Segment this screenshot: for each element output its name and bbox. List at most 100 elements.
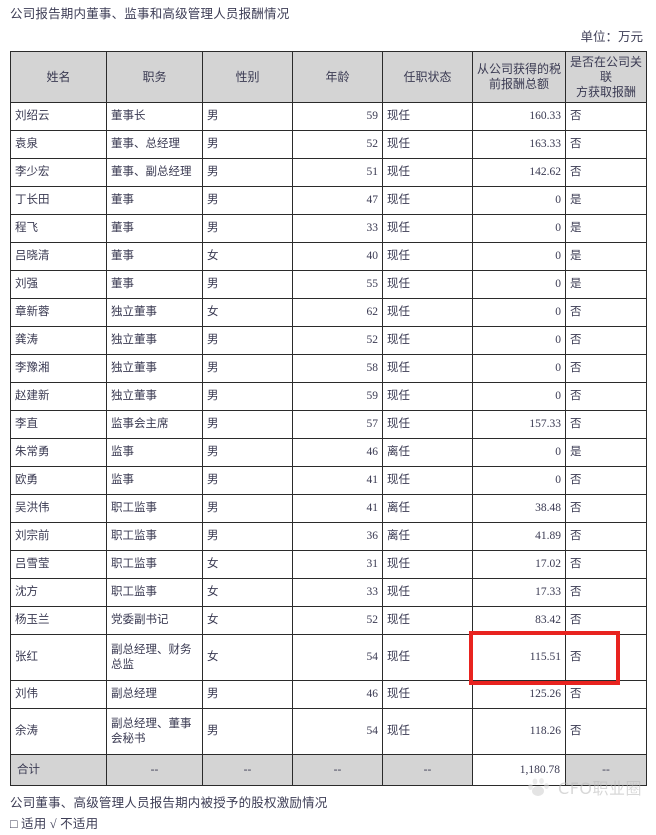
cell-position: 职工监事 <box>106 578 203 607</box>
footnotes: 公司董事、高级管理人员报告期内被授予的股权激励情况 □ 适用 √ 不适用 <box>10 793 646 835</box>
cell-age: 59 <box>292 102 383 131</box>
cell-status: 现任 <box>382 410 473 439</box>
cell-pay: 17.02 <box>472 550 566 579</box>
cell-related: 是 <box>565 186 647 215</box>
cell-pay: 0 <box>472 326 566 355</box>
cell-position: 董事、副总经理 <box>106 158 203 187</box>
cell-gender: 女 <box>202 606 293 635</box>
cell-pay: 142.62 <box>472 158 566 187</box>
cell-position: 副总经理、财务总监 <box>106 634 203 681</box>
unit-label: 单位：万元 <box>580 30 643 44</box>
cell-pay: 0 <box>472 186 566 215</box>
cell-age: 54 <box>292 708 383 755</box>
cell-age: 47 <box>292 186 383 215</box>
cell-status: 现任 <box>382 102 473 131</box>
compensation-table: 姓名 职务 性别 年龄 任职状态 从公司获得的税 前报酬总额 是否在公司关联 方… <box>10 51 647 786</box>
cell-position: 党委副书记 <box>106 606 203 635</box>
cell-pay: 0 <box>472 354 566 383</box>
cell-age: 52 <box>292 326 383 355</box>
cell-name: 袁泉 <box>10 130 107 159</box>
cell-position: 董事、总经理 <box>106 130 203 159</box>
table-row: 欧勇 监事男 41 现任 0 否 <box>10 466 647 495</box>
cell-age: 51 <box>292 158 383 187</box>
cell-gender: 男 <box>202 494 293 523</box>
cell-pay: 0 <box>472 466 566 495</box>
cell-name: 李直 <box>10 410 107 439</box>
cell-related: 否 <box>565 326 647 355</box>
cell-pay: 115.51 <box>472 634 566 681</box>
cell-name: 章新蓉 <box>10 298 107 327</box>
cell-name: 刘绍云 <box>10 102 107 131</box>
cell-age: 58 <box>292 354 383 383</box>
cell-gender: 男 <box>202 158 293 187</box>
cell-related: 是 <box>565 438 647 467</box>
cell-related: 否 <box>565 130 647 159</box>
cell-related: 否 <box>565 466 647 495</box>
cell-pay: 0 <box>472 298 566 327</box>
cell-status: 现任 <box>382 186 473 215</box>
cell-status: 离任 <box>382 522 473 551</box>
cell-pay: 0 <box>472 382 566 411</box>
cell-gender: 男 <box>202 102 293 131</box>
cell-name: 刘强 <box>10 270 107 299</box>
cell-related: 否 <box>565 606 647 635</box>
cell-gender: 女 <box>202 578 293 607</box>
cell-position: 独立董事 <box>106 326 203 355</box>
cell-related: 否 <box>565 158 647 187</box>
cell-status: 现任 <box>382 130 473 159</box>
table-header: 姓名 职务 性别 年龄 任职状态 从公司获得的税 前报酬总额 是否在公司关联 方… <box>10 51 647 103</box>
cell-age: 33 <box>292 214 383 243</box>
cell-name: 张红 <box>10 634 107 681</box>
cell-status: 离任 <box>382 438 473 467</box>
cell-gender: 男 <box>202 438 293 467</box>
cell-position: 职工监事 <box>106 522 203 551</box>
cell-gender: 女 <box>202 634 293 681</box>
table-row: 沈方 职工监事女 33 现任 17.33 否 <box>10 578 647 607</box>
cell-related: 是 <box>565 242 647 271</box>
table-row: 朱常勇 监事男 46 离任 0 是 <box>10 438 647 467</box>
cell-pay: 83.42 <box>472 606 566 635</box>
column-header-related: 是否在公司关联 方获取报酬 <box>565 51 647 103</box>
table-row: 李直 监事会主席男 57 现任 157.33 否 <box>10 410 647 439</box>
cell-age: 52 <box>292 130 383 159</box>
cell-status: 现任 <box>382 214 473 243</box>
cell-pay: 125.26 <box>472 680 566 709</box>
table-row: 余涛 副总经理、董事会秘书男 54 现任 118.26 否 <box>10 708 647 755</box>
cell-status: 现任 <box>382 606 473 635</box>
cell-pay: 118.26 <box>472 708 566 755</box>
cell-gender: 男 <box>202 680 293 709</box>
cell-related: 是 <box>565 214 647 243</box>
cell-position: 独立董事 <box>106 298 203 327</box>
cell-position: 独立董事 <box>106 354 203 383</box>
cell-age: 46 <box>292 680 383 709</box>
cell-age: 41 <box>292 466 383 495</box>
column-header-name: 姓名 <box>10 51 107 103</box>
cell-age: 52 <box>292 606 383 635</box>
table-row: 吕晓清 董事女 40 现任 0 是 <box>10 242 647 271</box>
cell-name: 丁长田 <box>10 186 107 215</box>
table-row: 刘宗前 职工监事男 36 离任 41.89 否 <box>10 522 647 551</box>
cell-name: 吕雪莹 <box>10 550 107 579</box>
cell-name: 杨玉兰 <box>10 606 107 635</box>
cell-name: 余涛 <box>10 708 107 755</box>
cell-position: 董事 <box>106 242 203 271</box>
cell-position: 董事 <box>106 186 203 215</box>
cell-status: 现任 <box>382 634 473 681</box>
cell-position: 董事 <box>106 214 203 243</box>
cell-status: 现任 <box>382 578 473 607</box>
cell-age: 55 <box>292 270 383 299</box>
cell-position: 独立董事 <box>106 382 203 411</box>
cell-pay: 157.33 <box>472 410 566 439</box>
cell-gender: 男 <box>202 410 293 439</box>
column-header-related-line2: 方获取报酬 <box>575 84 636 99</box>
cell-pay: 0 <box>472 242 566 271</box>
header-row: 姓名 职务 性别 年龄 任职状态 从公司获得的税 前报酬总额 是否在公司关联 方… <box>10 51 647 103</box>
cell-status: 现任 <box>382 158 473 187</box>
cell-age: 57 <box>292 410 383 439</box>
cell-related: 否 <box>565 708 647 755</box>
column-header-age: 年龄 <box>292 51 383 103</box>
footnote-applicability: □ 适用 √ 不适用 <box>10 817 99 831</box>
cell-pay: 160.33 <box>472 102 566 131</box>
table-row: 丁长田 董事男 47 现任 0 是 <box>10 186 647 215</box>
cell-gender: 女 <box>202 550 293 579</box>
